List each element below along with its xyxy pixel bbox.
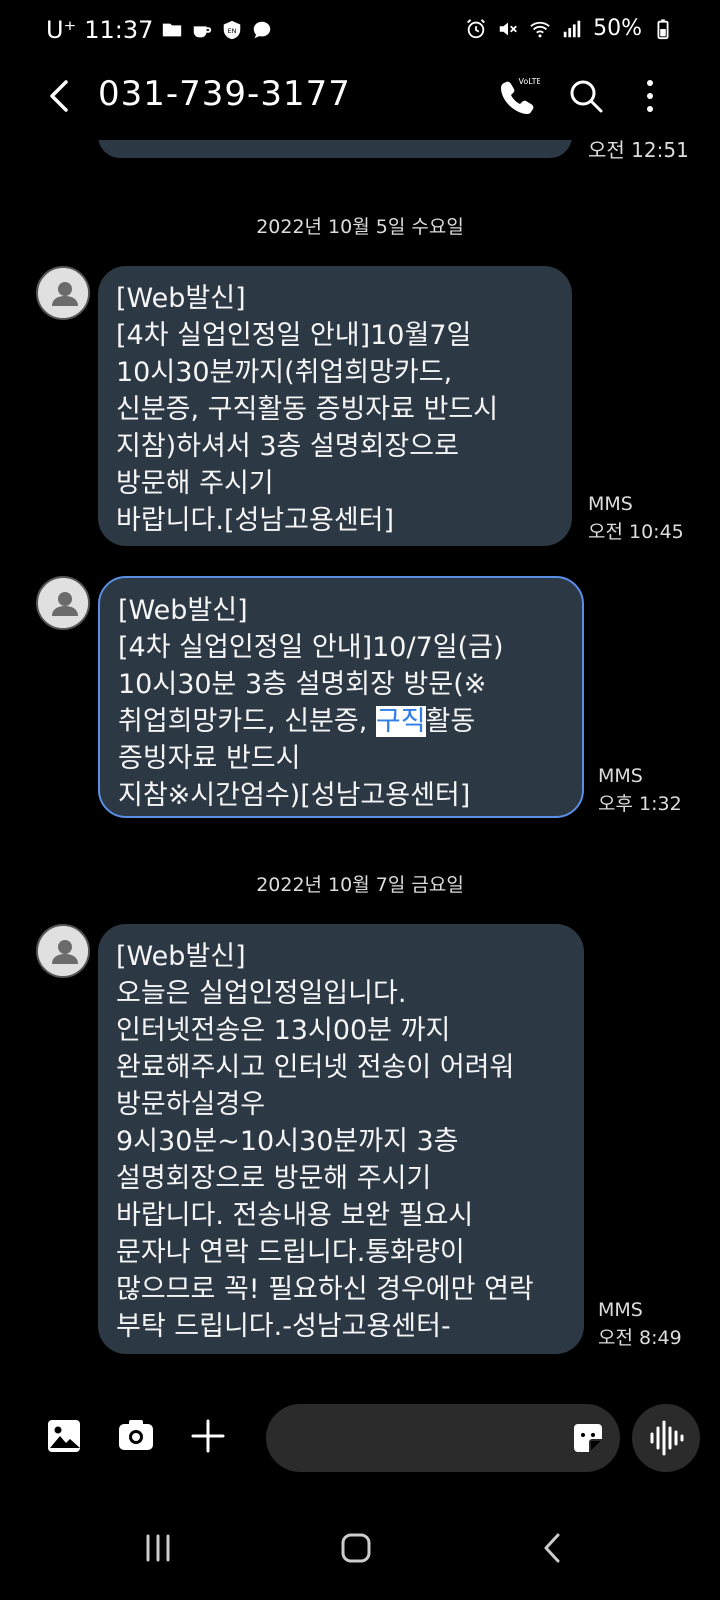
home-icon[interactable] [326, 1518, 386, 1578]
message-time: 오후 1:32 [598, 793, 682, 815]
contact-title: 031-739-3177 [98, 74, 351, 114]
voice-icon [650, 1420, 684, 1456]
message-line: 증빙자료 반드시 [118, 743, 301, 774]
message-line: 많으므로 꼭! 필요하신 경우에만 연락 [116, 1274, 534, 1305]
message-line: 10시30분까지(취업희망카드, [116, 357, 453, 388]
camera-icon[interactable] [114, 1414, 158, 1458]
message-type: MMS [588, 493, 633, 515]
composer-bar [0, 1398, 720, 1478]
more-vert-icon[interactable] [628, 74, 672, 118]
voice-button[interactable] [632, 1404, 700, 1472]
message-bubble-previous[interactable] [98, 140, 572, 158]
message-type: MMS [598, 765, 643, 787]
system-nav-bar [0, 1496, 720, 1600]
message-line-with-selection: 취업희망카드, 신분증, 구직활동 [118, 703, 564, 740]
selected-text[interactable]: 취업희망카드, 신분증, 구직활동 [118, 706, 475, 737]
contact-avatar[interactable] [36, 924, 90, 978]
volte-call-icon[interactable]: VoLTE [496, 74, 540, 118]
wifi-icon [530, 21, 550, 37]
status-bar: U⁺ 11:37 EN 50% [0, 0, 720, 62]
battery-percent: 50% [593, 16, 642, 41]
message-line: 10시30분 3층 설명회장 방문(※ [118, 669, 487, 700]
message-bubble-selected[interactable]: [Web발신] [4차 실업인정일 안내]10/7일(금) 10시30분 3층 … [98, 576, 584, 818]
sticker-icon[interactable] [568, 1418, 608, 1458]
message-line: 인터넷전송은 13시00분 까지 [116, 1015, 451, 1046]
person-icon [38, 926, 88, 976]
signal-icon [563, 20, 581, 37]
message-line: [Web발신] [118, 595, 248, 626]
message-line: 바랍니다.[성남고용센터] [116, 505, 395, 536]
date-separator: 2022년 10월 5일 수요일 [256, 216, 464, 238]
person-icon [38, 268, 88, 318]
message-line: 방문해 주시기 [116, 468, 274, 499]
message-line: 9시30분~10시30분까지 3층 [116, 1126, 459, 1157]
gallery-icon[interactable] [42, 1414, 86, 1458]
message-line: 오늘은 실업인정일입니다. [116, 978, 407, 1009]
message-line: 완료해주시고 인터넷 전송이 어려워 [116, 1052, 515, 1083]
status-right: 50% [465, 16, 674, 41]
message-line: 지참)하셔서 3층 설명회장으로 [116, 431, 459, 462]
conversation-header: 031-739-3177 VoLTE [0, 62, 720, 152]
message-line: 부탁 드립니다.-성남고용센터- [116, 1311, 451, 1342]
message-bubble[interactable]: [Web발신] [4차 실업인정일 안내]10월7일 10시30분까지(취업희망… [98, 266, 572, 546]
chat-icon [254, 21, 271, 39]
message-type: MMS [598, 1299, 643, 1321]
date-separator: 2022년 10월 7일 금요일 [256, 874, 464, 896]
alarm-icon [467, 18, 485, 38]
message-meta: MMS 오전 8:49 [598, 1296, 682, 1352]
recents-icon[interactable] [128, 1518, 188, 1578]
message-line: [4차 실업인정일 안내]10월7일 [116, 320, 472, 351]
message-time: 오전 10:45 [588, 521, 684, 543]
message-line: [4차 실업인정일 안내]10/7일(금) [118, 632, 504, 663]
message-list[interactable]: 오전 12:51 2022년 10월 5일 수요일 [Web발신] [4차 실업… [0, 140, 720, 1390]
message-line: 방문하실경우 [116, 1089, 266, 1120]
message-meta: MMS 오전 10:45 [588, 490, 684, 546]
message-line: 지참※시간엄수)[성남고용센터] [118, 780, 471, 811]
message-time-previous: 오전 12:51 [588, 140, 689, 162]
en-shield-icon: EN [224, 20, 241, 40]
mute-icon [499, 22, 517, 35]
carrier-label: U⁺ [46, 16, 77, 44]
battery-icon [657, 18, 669, 39]
message-line: 신분증, 구직활동 증빙자료 반드시 [116, 394, 499, 425]
contact-avatar[interactable] [36, 266, 90, 320]
svg-text:EN: EN [228, 27, 237, 35]
plus-icon[interactable] [186, 1414, 230, 1458]
message-line: 설명회장으로 방문해 주시기 [116, 1163, 432, 1194]
back-icon[interactable] [524, 1518, 584, 1578]
message-input[interactable] [266, 1404, 620, 1472]
coffee-icon [194, 26, 212, 38]
message-bubble[interactable]: [Web발신] 오늘은 실업인정일입니다. 인터넷전송은 13시00분 까지 완… [98, 924, 584, 1354]
message-line: 바랍니다. 전송내용 보완 필요시 [116, 1200, 474, 1231]
message-time: 오전 8:49 [598, 1327, 682, 1349]
volte-label: VoLTE [518, 77, 540, 86]
message-meta: MMS 오후 1:32 [598, 762, 682, 818]
message-line: [Web발신] [116, 941, 246, 972]
highlighted-word[interactable]: 구직 [375, 706, 426, 737]
message-line: 문자나 연락 드립니다.통화량이 [116, 1237, 465, 1268]
message-line: [Web발신] [116, 283, 246, 314]
contact-avatar[interactable] [36, 576, 90, 630]
back-arrow-icon[interactable] [40, 76, 80, 116]
person-icon [38, 578, 88, 628]
folder-icon [163, 23, 182, 37]
search-icon[interactable] [564, 74, 608, 118]
status-left: U⁺ 11:37 EN [46, 16, 273, 44]
clock: 11:37 [84, 16, 154, 44]
